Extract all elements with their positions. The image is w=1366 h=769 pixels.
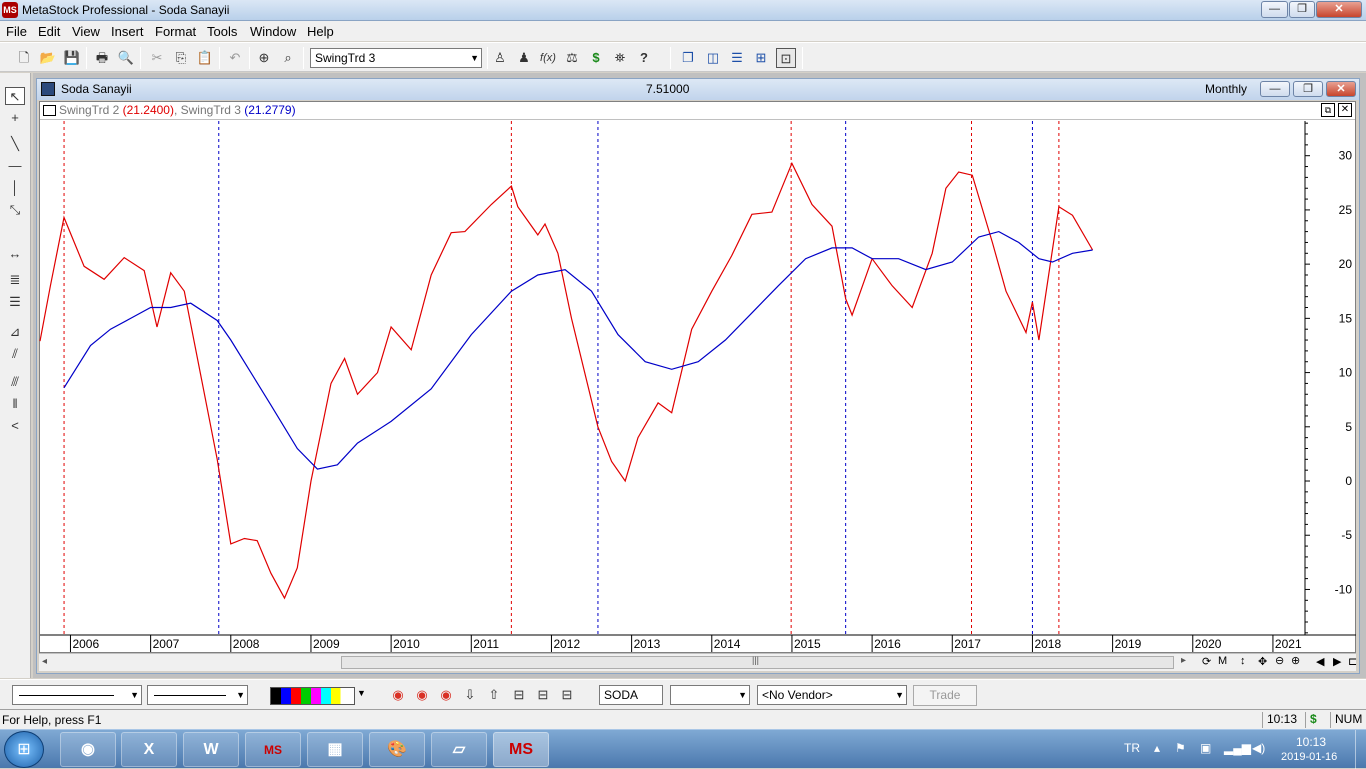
symbol-field[interactable]: SODA	[599, 685, 663, 705]
x-tick-label: 2013	[634, 637, 661, 651]
layout-icon[interactable]: ⊟	[557, 685, 577, 705]
y-tick-label: 20	[1339, 257, 1353, 271]
tray-expand-icon[interactable]: ▴	[1154, 741, 1160, 755]
scroll-grip-icon: |||	[752, 655, 760, 665]
language-indicator[interactable]: TR	[1124, 741, 1140, 755]
excel-taskbar-icon[interactable]: X	[121, 732, 177, 767]
status-dollar: $	[1305, 712, 1329, 728]
metastock-net-label: MS	[264, 743, 282, 757]
layout-icon[interactable]: ⊟	[509, 685, 529, 705]
chrome-icon[interactable]: ◉	[388, 685, 408, 705]
m-toggle-icon[interactable]: M	[1218, 655, 1227, 667]
metastock-taskbar-icon[interactable]: MS	[493, 732, 549, 767]
status-help-text: For Help, press F1	[2, 713, 102, 727]
symbol-value: SODA	[604, 688, 639, 702]
windows-taskbar: ⊞ ◉ X W MS ▦ 🎨 ▱ MS TR ▴ ⚑ ▣ ▂▄▆ ◀) 10:1…	[0, 729, 1366, 769]
palette-dropdown-icon[interactable]: ▼	[357, 688, 366, 698]
x-tick-label: 2008	[233, 637, 260, 651]
chevron-down-icon: ▼	[130, 690, 139, 700]
vendor-value: <No Vendor>	[762, 688, 833, 702]
network-warning-icon[interactable]: ⚑	[1175, 741, 1186, 755]
x-tick-label: 2015	[794, 637, 821, 651]
x-tick-label: 2019	[1115, 637, 1142, 651]
y-tick-label: -10	[1335, 582, 1353, 596]
scrollbar-thumb[interactable]: |||	[341, 655, 1174, 669]
scroll-next-icon[interactable]: ▶	[1333, 655, 1341, 668]
volume-icon[interactable]: ◀)	[1252, 741, 1265, 755]
y-tick-label: 10	[1339, 366, 1353, 380]
word-taskbar-icon[interactable]: W	[183, 732, 239, 767]
y-tick-label: -5	[1341, 528, 1352, 542]
x-tick-label: 2016	[874, 637, 901, 651]
scroll-left-icon[interactable]: ◂	[42, 656, 47, 667]
x-tick-label: 2006	[72, 637, 99, 651]
x-tick-label: 2021	[1275, 637, 1302, 651]
windows-start-button[interactable]: ⊞	[4, 731, 44, 768]
layout-icon[interactable]: ⊟	[533, 685, 553, 705]
vendor-combo[interactable]: <No Vendor> ▼	[757, 685, 907, 705]
status-bar: For Help, press F1 10:13 $ NUM	[0, 709, 1366, 729]
formatting-toolbar: ▼ ▼ ▼ ◉ ◉ ◉ ⇩ ⇧ ⊟ ⊟ ⊟ SODA ▼ <No Vendor>…	[0, 679, 1366, 709]
refresh-icon[interactable]: ⟳	[1202, 655, 1211, 668]
calculator-taskbar-icon[interactable]: ▦	[307, 732, 363, 767]
import-icon[interactable]: ⇩	[460, 685, 480, 705]
printer-tray-icon[interactable]: ▣	[1200, 741, 1211, 755]
signal-icon[interactable]: ▂▄▆	[1224, 741, 1251, 755]
chevron-down-icon: ▼	[738, 690, 747, 700]
y-tick-label: 5	[1345, 420, 1352, 434]
taskbar-clock-date[interactable]: 2019-01-16	[1281, 751, 1337, 763]
x-tick-label: 2017	[954, 637, 981, 651]
x-tick-label: 2007	[153, 637, 180, 651]
taskbar-clock-time[interactable]: 10:13	[1296, 735, 1326, 749]
y-tick-label: 15	[1339, 311, 1353, 325]
series-line-1	[39, 161, 1094, 600]
security-combo[interactable]: ▼	[670, 685, 750, 705]
y-tick-label: 25	[1339, 203, 1353, 217]
notes-taskbar-icon[interactable]: ▱	[431, 732, 487, 767]
show-desktop-button[interactable]	[1355, 730, 1366, 769]
x-tick-label: 2011	[473, 637, 499, 651]
zoom-out-icon[interactable]: ⊖	[1275, 654, 1284, 667]
x-tick-label: 2018	[1034, 637, 1061, 651]
x-tick-label: 2009	[313, 637, 340, 651]
chrome-icon[interactable]: ◉	[412, 685, 432, 705]
scroll-right-icon[interactable]: ▸	[1181, 655, 1186, 666]
status-num: NUM	[1330, 712, 1366, 728]
line-style-combo[interactable]: ▼	[12, 685, 142, 705]
paint-taskbar-icon[interactable]: 🎨	[369, 732, 425, 767]
line-style-sample	[19, 695, 114, 696]
updown-icon[interactable]: ↕	[1240, 655, 1246, 667]
chart-scrollbar[interactable]: ◂ ||| ▸ ⟳ M ↕ ✥ ⊖ ⊕ ◀ ▶ ⊏	[39, 653, 1357, 671]
move-icon[interactable]: ✥	[1258, 655, 1267, 668]
line-weight-sample	[154, 695, 226, 696]
color-palette[interactable]	[270, 687, 355, 705]
chevron-down-icon: ▼	[236, 690, 245, 700]
x-tick-label: 2014	[714, 637, 741, 651]
trade-button[interactable]: Trade	[913, 685, 977, 706]
x-tick-label: 2012	[553, 637, 580, 651]
status-time: 10:13	[1262, 712, 1302, 728]
chrome-taskbar-icon[interactable]: ◉	[60, 732, 116, 767]
zoom-in-icon[interactable]: ⊕	[1291, 654, 1300, 667]
chevron-down-icon: ▼	[895, 690, 904, 700]
metastock-label: MS	[509, 741, 533, 758]
line-weight-combo[interactable]: ▼	[147, 685, 248, 705]
chrome-icon[interactable]: ◉	[436, 685, 456, 705]
y-tick-label: 0	[1345, 474, 1352, 488]
metastock-net-taskbar-icon[interactable]: MS	[245, 732, 301, 767]
x-tick-label: 2020	[1195, 637, 1222, 651]
export-icon[interactable]: ⇧	[484, 685, 504, 705]
scroll-prev-icon[interactable]: ◀	[1316, 655, 1324, 668]
y-tick-label: 30	[1339, 149, 1353, 163]
x-tick-label: 2010	[393, 637, 420, 651]
scroll-end-icon[interactable]: ⊏	[1348, 655, 1357, 668]
